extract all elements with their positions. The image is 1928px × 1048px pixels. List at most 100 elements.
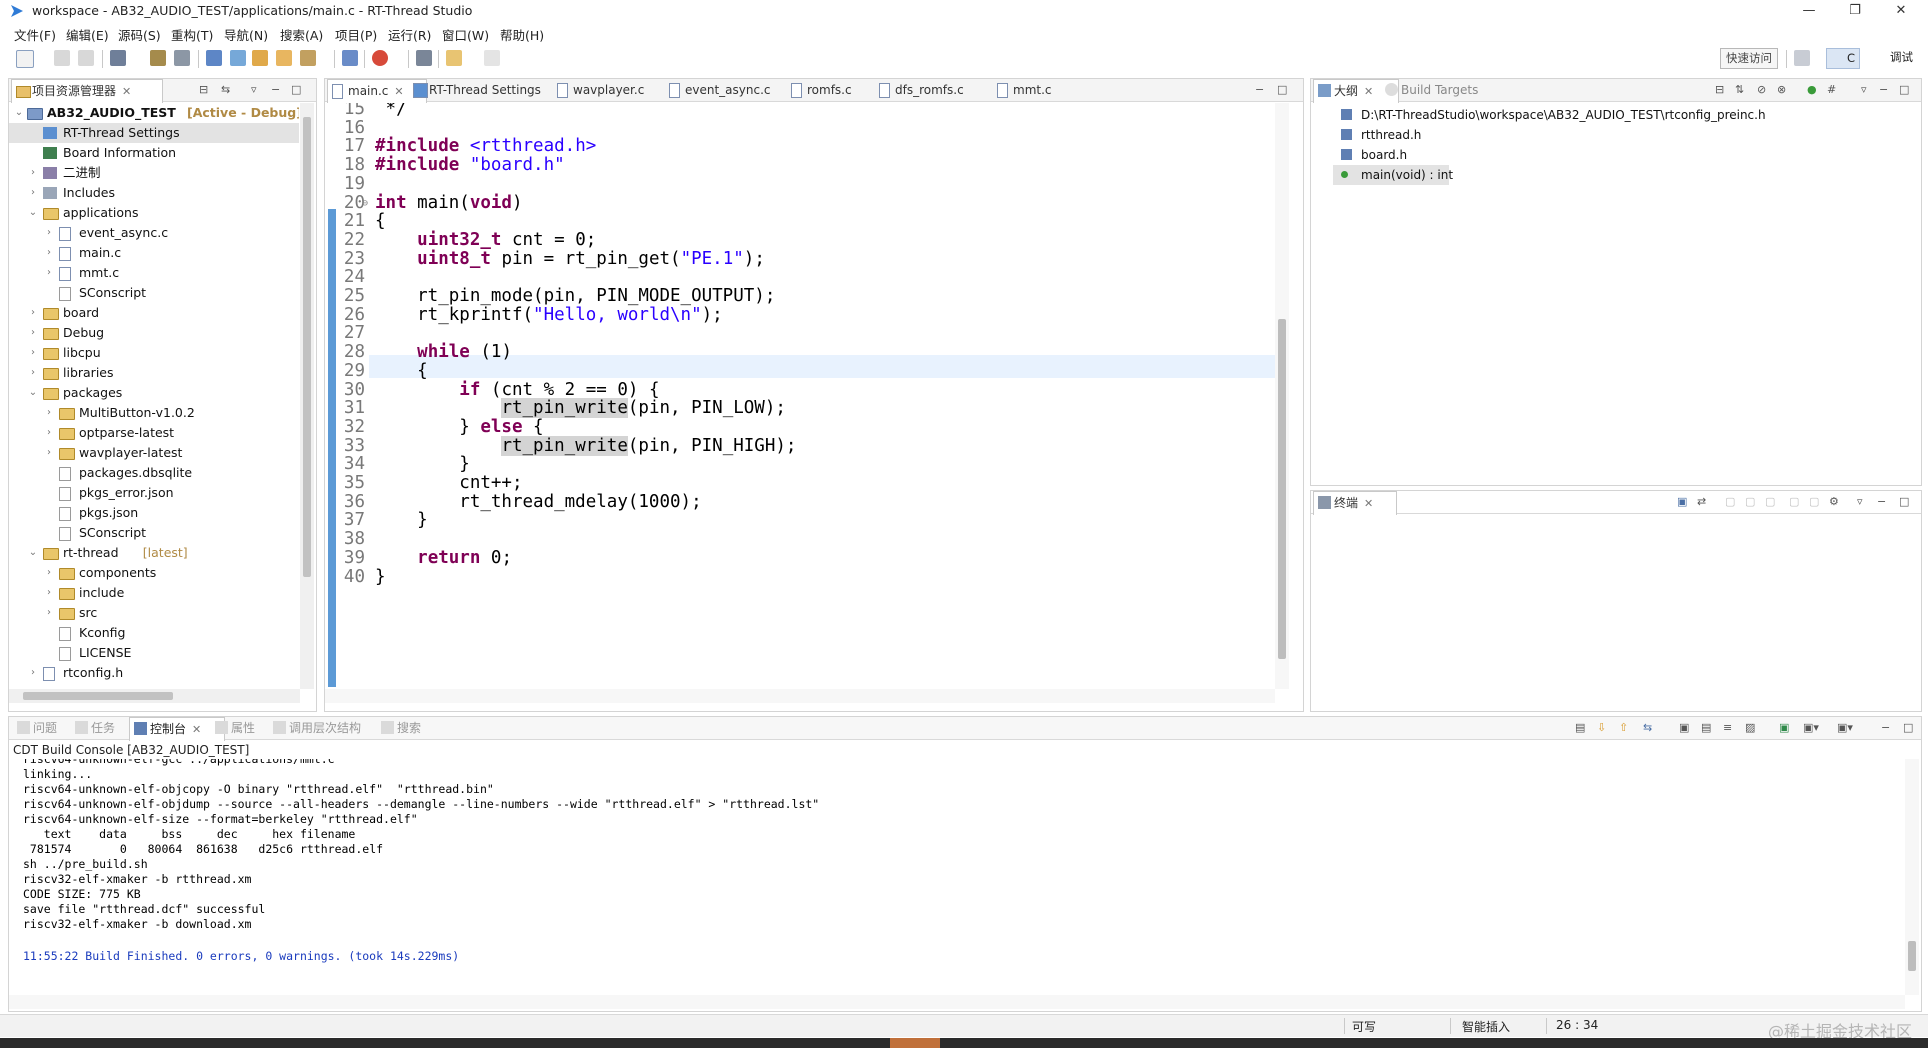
paste-icon[interactable]: ▢ <box>1809 495 1819 508</box>
back-arrow-icon[interactable] <box>446 50 462 66</box>
tree-item[interactable]: ⌄ packages <box>9 383 299 403</box>
chevron-right-icon[interactable]: › <box>43 583 55 603</box>
terminal-icon[interactable] <box>416 50 432 66</box>
tree-item[interactable]: pkgs_error.json <box>9 483 299 503</box>
chevron-right-icon[interactable]: › <box>43 603 55 623</box>
minimize-view-icon[interactable]: − <box>1881 721 1890 734</box>
tree-item[interactable]: › MultiButton-v1.0.2 <box>9 403 299 423</box>
explorer-vertical-scrollbar[interactable] <box>300 103 314 689</box>
settings-icon[interactable]: ⚙ <box>1829 495 1839 508</box>
tab-search[interactable]: 搜索 <box>377 717 447 739</box>
close-tab-icon[interactable]: ✕ <box>122 85 131 98</box>
tree-item[interactable]: packages.dbsqlite <box>9 463 299 483</box>
tree-item[interactable]: › libraries <box>9 363 299 383</box>
scroll-lock-icon[interactable]: ▢ <box>1745 495 1755 508</box>
tab-build-targets[interactable]: Build Targets <box>1381 79 1511 101</box>
chevron-right-icon[interactable]: › <box>27 323 39 343</box>
editor-tab[interactable]: mmt.c <box>993 79 1085 101</box>
code-editor[interactable]: 15 */16 17 #include <rtthread.h> 18 #include… <box>325 103 1275 687</box>
editor-tab[interactable]: dfs_romfs.c <box>875 79 1009 101</box>
chevron-down-icon[interactable]: ⌄ <box>13 103 25 123</box>
word-wrap-icon[interactable]: ≡ <box>1723 721 1732 734</box>
chevron-right-icon[interactable]: › <box>43 263 55 283</box>
maximize-view-icon[interactable]: □ <box>1899 495 1909 508</box>
tab-terminal[interactable]: 终端 ✕ <box>1313 491 1397 515</box>
chevron-right-icon[interactable]: › <box>43 563 55 583</box>
editor-tab[interactable]: event_async.c <box>665 79 803 101</box>
save-all-icon[interactable] <box>78 50 94 66</box>
pin-console-icon[interactable]: ▤ <box>1575 721 1585 734</box>
tree-item[interactable]: Board Information <box>9 143 299 163</box>
clear-icon[interactable]: ▢ <box>1765 495 1775 508</box>
chevron-right-icon[interactable]: › <box>27 663 39 683</box>
tree-item[interactable]: ⌄ rt-thread [latest] <box>9 543 299 563</box>
tree-item[interactable]: › 二进制 <box>9 163 299 183</box>
build-icon[interactable] <box>110 50 126 66</box>
console-output[interactable]: riscv64-unknown-elf-gcc ../applications/… <box>9 759 1903 993</box>
tree-item[interactable]: › include <box>9 583 299 603</box>
console-horizontal-scrollbar[interactable] <box>9 995 1905 1009</box>
sort-icon[interactable]: ⇅ <box>1735 83 1744 96</box>
view-menu-icon[interactable]: ▿ <box>1857 495 1863 508</box>
connect-icon[interactable]: ⇄ <box>1697 495 1706 508</box>
tree-item[interactable]: › Includes <box>9 183 299 203</box>
previous-error-icon[interactable]: ⇧ <box>1619 721 1628 734</box>
tab-project-explorer[interactable]: 项目资源管理器 ✕ <box>11 79 163 103</box>
quick-access-field[interactable]: 快速访问 <box>1720 48 1778 69</box>
close-tab-icon[interactable]: ✕ <box>192 723 201 736</box>
minimize-button[interactable]: — <box>1786 0 1832 22</box>
chevron-down-icon[interactable]: ⌄ <box>27 543 39 563</box>
chevron-right-icon[interactable]: › <box>27 303 39 323</box>
close-button[interactable]: ✕ <box>1878 0 1924 22</box>
tree-item[interactable]: › Debug <box>9 323 299 343</box>
tree-item[interactable]: › main.c <box>9 243 299 263</box>
tab-call-hierarchy[interactable]: 调用层次结构 <box>269 717 389 739</box>
clear-console-icon[interactable]: ▨ <box>1745 721 1755 734</box>
download-icon[interactable] <box>206 50 222 66</box>
minimize-editor-icon[interactable]: − <box>1255 83 1264 96</box>
tree-item[interactable]: › src <box>9 603 299 623</box>
tree-item[interactable]: SConscript <box>9 523 299 543</box>
collapse-all-icon[interactable]: ⊟ <box>199 83 208 96</box>
tree-item[interactable]: › optparse-latest <box>9 423 299 443</box>
editor-tab[interactable]: wavplayer.c <box>553 79 681 101</box>
maximize-button[interactable]: ❐ <box>1832 0 1878 22</box>
tree-project-root[interactable]: ⌄ AB32_AUDIO_TEST [Active - Debug] <box>9 103 299 123</box>
perspective-debug-button[interactable]: 调试 <box>1870 48 1917 67</box>
forward-arrow-icon[interactable] <box>484 50 500 66</box>
tree-item[interactable]: pkgs.json <box>9 503 299 523</box>
minimize-view-icon[interactable]: − <box>1879 83 1888 96</box>
close-tab-icon[interactable]: ✕ <box>394 85 403 98</box>
maximize-editor-icon[interactable]: □ <box>1277 83 1287 96</box>
save-icon[interactable] <box>54 50 70 66</box>
close-tab-icon[interactable]: ✕ <box>1364 497 1373 510</box>
public-members-icon[interactable]: ● <box>1807 83 1817 96</box>
view-menu-icon[interactable]: ▿ <box>1861 83 1867 96</box>
save-log-icon[interactable]: ▤ <box>1701 721 1711 734</box>
chevron-right-icon[interactable]: › <box>27 343 39 363</box>
console-vertical-scrollbar[interactable] <box>1905 759 1919 995</box>
clean-icon[interactable] <box>150 50 166 66</box>
open-terminal-icon[interactable]: ▣ <box>1677 495 1687 508</box>
hide-static-icon[interactable]: ⊗ <box>1777 83 1786 96</box>
tree-item[interactable]: › mmt.c <box>9 263 299 283</box>
tree-item[interactable]: › libcpu <box>9 343 299 363</box>
chevron-right-icon[interactable]: › <box>27 183 39 203</box>
folder-icon[interactable] <box>276 50 292 66</box>
chevron-down-icon[interactable]: ⌄ <box>27 383 39 403</box>
display-console-icon[interactable]: ▣ <box>1779 721 1789 734</box>
perspective-c-button[interactable]: C <box>1826 48 1861 69</box>
view-menu-icon[interactable]: ▿ <box>251 83 257 96</box>
minimize-view-icon[interactable]: − <box>1877 495 1886 508</box>
tree-item[interactable]: › board <box>9 303 299 323</box>
chevron-right-icon[interactable]: › <box>43 423 55 443</box>
chevron-right-icon[interactable]: › <box>43 443 55 463</box>
open-perspective-icon[interactable] <box>1794 50 1810 66</box>
chevron-right-icon[interactable]: › <box>43 243 55 263</box>
open-icon[interactable] <box>252 50 268 66</box>
tree-item[interactable]: LICENSE <box>9 643 299 663</box>
chevron-right-icon[interactable]: › <box>43 223 55 243</box>
tools-icon[interactable] <box>300 50 316 66</box>
hide-fields-icon[interactable]: ⊘ <box>1757 83 1766 96</box>
close-tab-icon[interactable]: ✕ <box>1364 85 1373 98</box>
